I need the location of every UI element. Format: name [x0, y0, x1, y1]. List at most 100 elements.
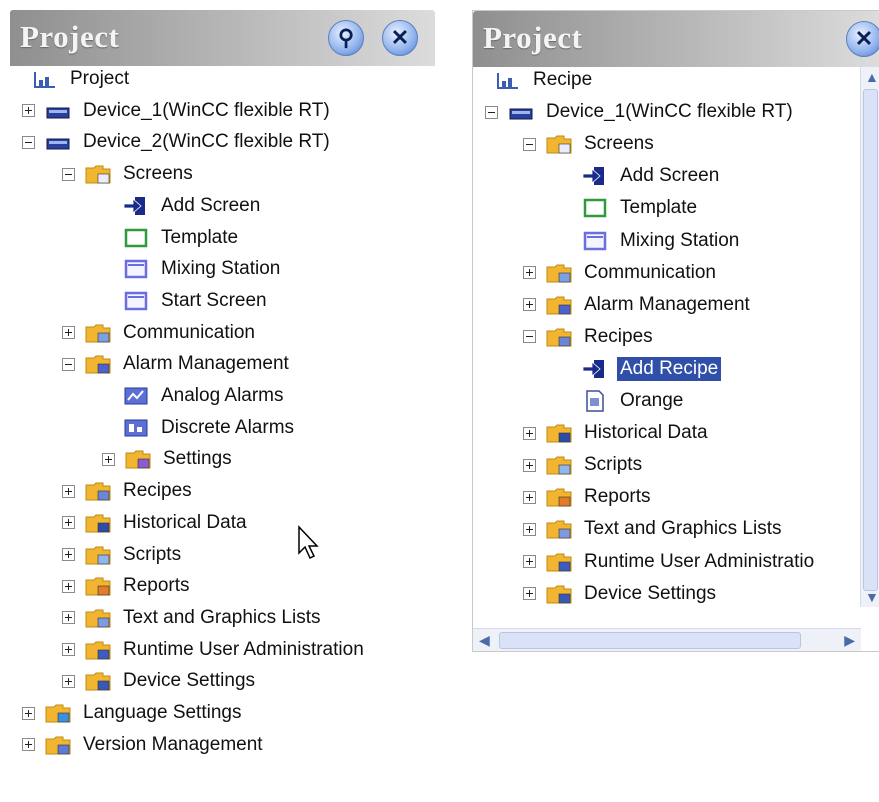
- expand-icon[interactable]: [523, 490, 536, 504]
- expand-icon[interactable]: [523, 587, 536, 601]
- scrollbar-thumb[interactable]: [863, 89, 878, 591]
- tree-item[interactable]: Project: [22, 64, 132, 94]
- tree-item-label: Screens: [584, 133, 654, 155]
- tree-item[interactable]: Text and Graphics Lists: [523, 514, 784, 544]
- historical-data-folder-icon: [85, 512, 111, 534]
- expand-icon[interactable]: [102, 452, 115, 466]
- tree-item[interactable]: Add Screen: [102, 191, 263, 221]
- expand-icon[interactable]: [22, 706, 35, 720]
- add-arrow-icon: [582, 358, 608, 380]
- tree-item-label: Alarm Management: [123, 353, 289, 375]
- collapse-icon[interactable]: [523, 137, 536, 151]
- alarm-folder-icon: [85, 353, 111, 375]
- scroll-left-icon[interactable]: ◀: [479, 632, 490, 649]
- pin-button[interactable]: ⚲: [328, 20, 364, 56]
- tree-item[interactable]: Version Management: [22, 730, 266, 760]
- close-button[interactable]: ✕: [382, 20, 418, 56]
- historical-data-folder-icon: [546, 422, 572, 444]
- tree-item[interactable]: Alarm Management: [523, 290, 753, 320]
- scroll-down-icon[interactable]: ▼: [865, 589, 879, 605]
- tree-item[interactable]: Template: [102, 223, 241, 253]
- tree-item[interactable]: Add Screen: [561, 161, 722, 191]
- tree-item-label: Device_1(WinCC flexible RT): [546, 101, 793, 123]
- tree-item[interactable]: Runtime User Administratio: [523, 547, 817, 577]
- scrollbar-thumb[interactable]: [499, 632, 801, 649]
- tree-item[interactable]: Recipes: [62, 476, 195, 506]
- tree-item[interactable]: Add Recipe: [561, 354, 722, 384]
- scroll-up-icon[interactable]: ▲: [865, 69, 879, 85]
- tree-item[interactable]: Reports: [62, 571, 193, 601]
- expand-icon[interactable]: [62, 484, 75, 498]
- tree-item-label: Add Screen: [620, 165, 720, 187]
- tree-item-label: Template: [161, 226, 239, 248]
- tree-item[interactable]: Recipes: [523, 322, 656, 352]
- tree-item[interactable]: Recipe: [485, 65, 595, 95]
- tree-item[interactable]: Scripts: [523, 450, 645, 480]
- collapse-icon[interactable]: [22, 135, 35, 149]
- tree-item[interactable]: Historical Data: [62, 508, 250, 538]
- collapse-icon[interactable]: [62, 357, 75, 371]
- tree-item[interactable]: Historical Data: [523, 418, 711, 448]
- expand-icon[interactable]: [523, 555, 536, 568]
- tree-item[interactable]: Screens: [62, 159, 196, 189]
- tree-item[interactable]: Orange: [561, 386, 686, 416]
- tree-item-label: Recipe: [533, 69, 593, 90]
- tree-item[interactable]: Communication: [62, 318, 258, 348]
- tree-item[interactable]: Reports: [523, 482, 654, 512]
- tree-item[interactable]: Device_1(WinCC flexible RT): [22, 96, 333, 126]
- tree-item[interactable]: Device_1(WinCC flexible RT): [485, 97, 796, 127]
- expand-icon[interactable]: [523, 266, 536, 280]
- tree-item[interactable]: Language Settings: [22, 698, 244, 728]
- tree-item[interactable]: Analog Alarms: [102, 381, 287, 411]
- screen-icon: [582, 230, 608, 252]
- expand-icon[interactable]: [62, 326, 75, 340]
- vertical-scrollbar[interactable]: ▲ ▼: [860, 67, 879, 607]
- tree-item-label: Device Settings: [123, 670, 256, 692]
- tree-item[interactable]: Alarm Management: [62, 349, 292, 379]
- expand-icon[interactable]: [22, 738, 35, 752]
- tree-item[interactable]: Device Settings: [523, 579, 719, 609]
- collapse-icon[interactable]: [62, 167, 75, 181]
- expand-icon[interactable]: [62, 516, 75, 530]
- tree-item[interactable]: Mixing Station: [102, 254, 283, 284]
- reports-folder-icon: [546, 486, 572, 508]
- tree-item-label: Runtime User Administratio: [584, 550, 815, 572]
- tree-item[interactable]: Template: [561, 193, 700, 223]
- expand-icon[interactable]: [62, 674, 75, 688]
- tree-item-label: Recipes: [584, 325, 653, 347]
- tree-item[interactable]: Device Settings: [62, 666, 258, 696]
- collapse-icon[interactable]: [523, 330, 536, 344]
- tree-item[interactable]: Communication: [523, 258, 719, 288]
- device-icon: [45, 131, 71, 153]
- tree-item[interactable]: Device_2(WinCC flexible RT): [22, 127, 333, 157]
- tree-item-label: Scripts: [584, 454, 643, 476]
- tree-item[interactable]: Mixing Station: [561, 226, 742, 256]
- expand-icon[interactable]: [523, 458, 536, 472]
- project-icon: [32, 68, 58, 90]
- expand-icon[interactable]: [22, 104, 35, 118]
- panel-title: Project: [20, 19, 120, 54]
- tree-item[interactable]: Discrete Alarms: [102, 413, 297, 443]
- horizontal-scrollbar[interactable]: ◀ ▶: [473, 628, 861, 651]
- tree-item[interactable]: Scripts: [62, 540, 184, 570]
- settings-folder-icon: [125, 448, 151, 470]
- communication-folder-icon: [85, 322, 111, 344]
- tree-item[interactable]: Start Screen: [102, 286, 270, 316]
- tree-item-label: Text and Graphics Lists: [584, 518, 782, 540]
- scroll-right-icon[interactable]: ▶: [844, 632, 855, 649]
- expand-icon[interactable]: [62, 643, 75, 657]
- tree-item[interactable]: Runtime User Administration: [62, 635, 367, 665]
- close-button[interactable]: ✕: [846, 21, 879, 57]
- expand-icon[interactable]: [523, 522, 536, 536]
- expand-icon[interactable]: [523, 298, 536, 312]
- device-icon: [45, 100, 71, 122]
- tree-item[interactable]: Text and Graphics Lists: [62, 603, 323, 633]
- expand-icon[interactable]: [62, 548, 75, 561]
- expand-icon[interactable]: [523, 426, 536, 440]
- tree-item[interactable]: Screens: [523, 129, 657, 159]
- collapse-icon[interactable]: [485, 105, 498, 119]
- expand-icon[interactable]: [62, 579, 75, 593]
- expand-icon[interactable]: [62, 611, 75, 625]
- panel-title: Project: [483, 20, 583, 55]
- tree-item[interactable]: Settings: [102, 444, 235, 474]
